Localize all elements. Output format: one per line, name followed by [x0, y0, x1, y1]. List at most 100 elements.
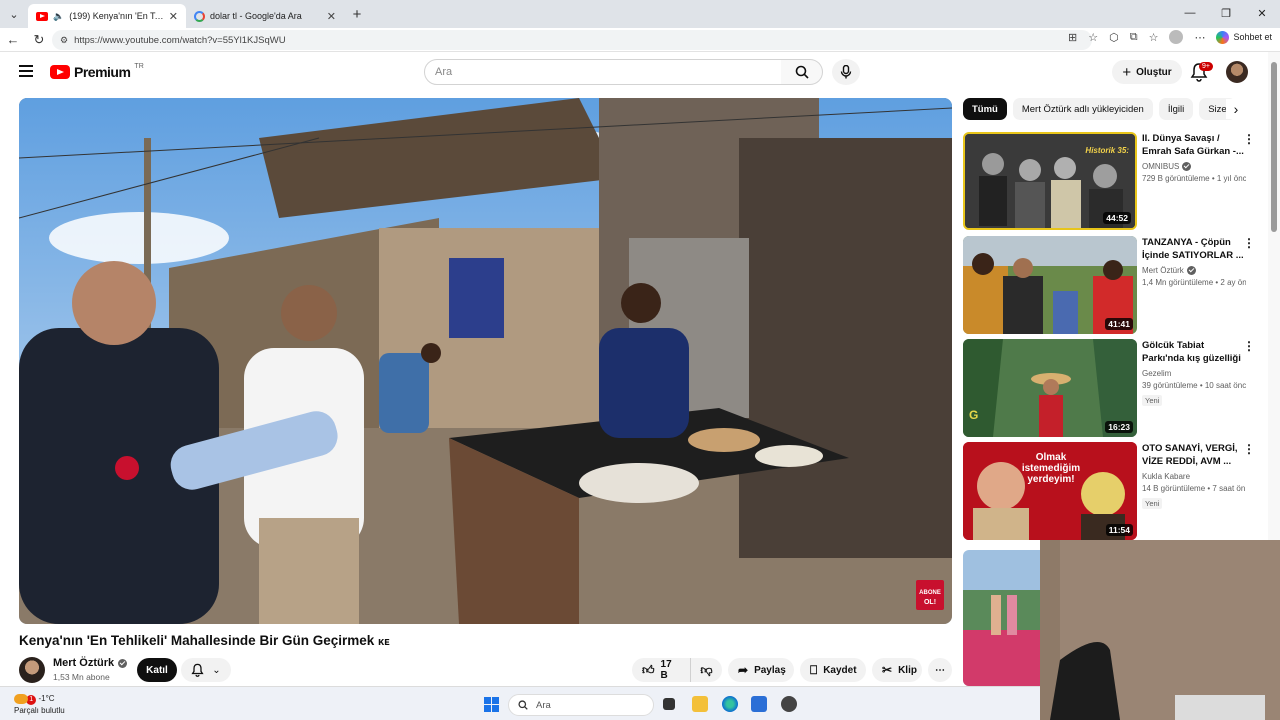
clip-button[interactable]: ✂ Klip	[872, 658, 922, 682]
like-button[interactable]: 👍︎ 17 B	[632, 658, 690, 682]
share-button[interactable]: ➦ Paylaş	[728, 658, 794, 682]
search-button[interactable]	[781, 59, 823, 85]
save-button[interactable]: ⎕ Kaydet	[800, 658, 866, 682]
recommendation-channel[interactable]: Kukla Kabare	[1142, 472, 1246, 481]
tab-list-chevron-icon[interactable]: ⌄	[0, 0, 28, 28]
chevron-down-icon: ⌄	[212, 664, 221, 676]
refresh-icon[interactable]: ↻	[26, 32, 52, 48]
voice-search-button[interactable]	[832, 59, 860, 85]
recommendation-info: II. Dünya Savaşı / Emrah Safa Gürkan -...…	[1142, 132, 1246, 183]
chip-related[interactable]: İlgili	[1158, 98, 1194, 120]
back-arrow-icon[interactable]: ←	[0, 32, 26, 47]
file-explorer-icon[interactable]	[692, 696, 708, 712]
subscribe-overlay-badge[interactable]: ABONE OL!	[916, 580, 944, 610]
edge-browser-icon[interactable]	[722, 696, 738, 712]
video-duration: 44:52	[1103, 212, 1131, 224]
more-vertical-icon[interactable]: ⋮	[1243, 236, 1255, 250]
copilot-button[interactable]: Sohbet et	[1216, 30, 1272, 44]
collections-icon[interactable]: ☆	[1149, 31, 1159, 44]
recommendation-title[interactable]: OTO SANAYİ, VERGİ, VİZE REDDİ, AVM ...	[1142, 442, 1246, 468]
apps-icon[interactable]: ⊞	[1068, 31, 1077, 44]
share-arrow-icon: ➦	[738, 663, 749, 677]
youtube-header: Premium TR Ara + Oluştur 9+	[0, 52, 1268, 92]
close-tab-icon[interactable]: ✕	[169, 10, 178, 23]
split-screen-icon[interactable]: ⧉	[1130, 31, 1138, 44]
url-field[interactable]: ⚙ https://www.youtube.com/watch?v=55Yl1K…	[52, 30, 1092, 50]
extensions-icon[interactable]: ⬡	[1109, 31, 1119, 44]
more-vertical-icon[interactable]: ⋮	[1243, 132, 1255, 146]
close-tab-icon[interactable]: ✕	[327, 10, 336, 23]
verified-check-icon	[1186, 266, 1196, 275]
join-button[interactable]: Katıl	[137, 658, 177, 682]
tab-youtube[interactable]: 🔈 (199) Kenya'nın 'En Tehlikeli' M ✕	[28, 4, 186, 28]
recommendation-channel[interactable]: Gezelim	[1142, 369, 1246, 378]
scrollbar-thumb[interactable]	[1271, 62, 1277, 232]
like-count: 17 B	[660, 659, 672, 681]
video-thumbnail[interactable]: Historik 35: 44:52	[963, 132, 1137, 230]
more-options-icon[interactable]: ⋯	[1194, 31, 1205, 44]
recommendation-title[interactable]: TANZANYA - Çöpün İçinde SATIYORLAR ...	[1142, 236, 1246, 262]
recommendation-title[interactable]: II. Dünya Savaşı / Emrah Safa Gürkan -...	[1142, 132, 1246, 158]
video-thumbnail[interactable]: 41:41	[963, 236, 1137, 334]
favorite-star-icon[interactable]: ☆	[1088, 31, 1098, 44]
title-line2: Emrah Safa Gürkan -...	[1142, 146, 1244, 157]
video-player[interactable]: ABONE OL!	[19, 98, 952, 624]
windows-start-icon[interactable]	[484, 697, 499, 712]
task-view-icon[interactable]	[663, 698, 675, 710]
youtube-premium-logo[interactable]: Premium TR	[50, 62, 144, 80]
google-favicon-icon	[194, 10, 205, 22]
country-code: TR	[134, 62, 144, 70]
recommendation-title[interactable]: Gölcük Tabiat Parkı'nda kış güzelliği	[1142, 339, 1246, 365]
chips-next-chevron-icon[interactable]: ›	[1226, 99, 1246, 119]
video-thumbnail[interactable]: Olmak istemediğim yerdeyim! 11:54	[963, 442, 1137, 540]
taskbar-search[interactable]: Ara	[508, 694, 654, 716]
video-duration: 16:23	[1105, 421, 1133, 433]
verified-check-icon	[118, 658, 128, 668]
recommendation-item[interactable]: Historik 35: 44:52 II. Dünya Savaşı / Emr…	[963, 132, 1263, 230]
video-thumbnail[interactable]: G 16:23	[963, 339, 1137, 437]
recommendation-item[interactable]: G 16:23 Gölcük Tabiat Parkı'nda kış güzel…	[963, 339, 1263, 437]
tab-google[interactable]: dolar tl - Google'da Ara ✕	[186, 4, 344, 28]
recommendation-item[interactable]: 41:41 TANZANYA - Çöpün İçinde SATIYORLAR …	[963, 236, 1263, 334]
title-line2: Parkı'nda kış güzelliği	[1142, 353, 1241, 364]
more-vertical-icon[interactable]: ⋮	[1243, 339, 1255, 353]
more-vertical-icon[interactable]: ⋮	[1243, 442, 1255, 456]
channel-text: Kukla Kabare	[1142, 472, 1191, 481]
search-input[interactable]: Ara	[424, 59, 782, 85]
recommendation-channel[interactable]: Mert Öztürk	[1142, 266, 1246, 275]
new-badge: Yeni	[1142, 498, 1163, 509]
minimize-icon[interactable]: —	[1172, 0, 1208, 26]
url-text: https://www.youtube.com/watch?v=55Yl1KJS…	[74, 34, 286, 46]
video-frame	[19, 98, 952, 624]
store-icon[interactable]	[751, 696, 767, 712]
recommendation-channel[interactable]: OMNIBUS	[1142, 162, 1246, 171]
recommendation-meta: 729 B görüntüleme • 1 yıl önce	[1142, 174, 1246, 183]
browser-profile-avatar[interactable]	[1169, 30, 1184, 44]
video-duration: 41:41	[1105, 318, 1133, 330]
title-line2: İçinde SATIYORLAR ...	[1142, 250, 1244, 261]
channel-name[interactable]: Mert Öztürk	[53, 657, 128, 669]
user-avatar[interactable]	[1226, 61, 1248, 83]
close-window-icon[interactable]: ✕	[1244, 0, 1280, 26]
chip-from-uploader[interactable]: Mert Öztürk adlı yükleyiciden	[1012, 98, 1153, 120]
temperature: -1°C	[38, 694, 55, 703]
video-title: Kenya'nın 'En Tehlikeli' Mahallesinde Bi…	[19, 633, 390, 648]
dislike-button[interactable]: 👎︎	[690, 658, 722, 682]
weather-widget[interactable]: 1 -1°C Parçalı bulutlu	[14, 693, 65, 716]
more-actions-button[interactable]: ⋯	[928, 658, 952, 682]
weather-description: Parçalı bulutlu	[14, 706, 65, 715]
speaker-icon[interactable]: 🔈	[53, 11, 64, 22]
create-button[interactable]: + Oluştur	[1112, 60, 1182, 84]
restore-icon[interactable]: ❐	[1208, 0, 1244, 26]
recommendation-item[interactable]: Olmak istemediğim yerdeyim! 11:54 OTO SA…	[963, 442, 1263, 540]
tab-title: dolar tl - Google'da Ara	[210, 11, 302, 21]
chip-all[interactable]: Tümü	[963, 98, 1007, 120]
site-info-icon[interactable]: ⚙	[60, 35, 68, 46]
channel-avatar[interactable]	[19, 657, 45, 683]
search-icon	[518, 700, 528, 710]
chat-app-icon[interactable]	[781, 696, 797, 712]
menu-hamburger-icon[interactable]	[19, 65, 33, 77]
new-tab-button[interactable]: +	[344, 4, 370, 28]
notification-settings-button[interactable]: ⌄	[181, 658, 231, 682]
recommendation-meta: 1,4 Mn görüntüleme • 2 ay ön...	[1142, 278, 1246, 287]
